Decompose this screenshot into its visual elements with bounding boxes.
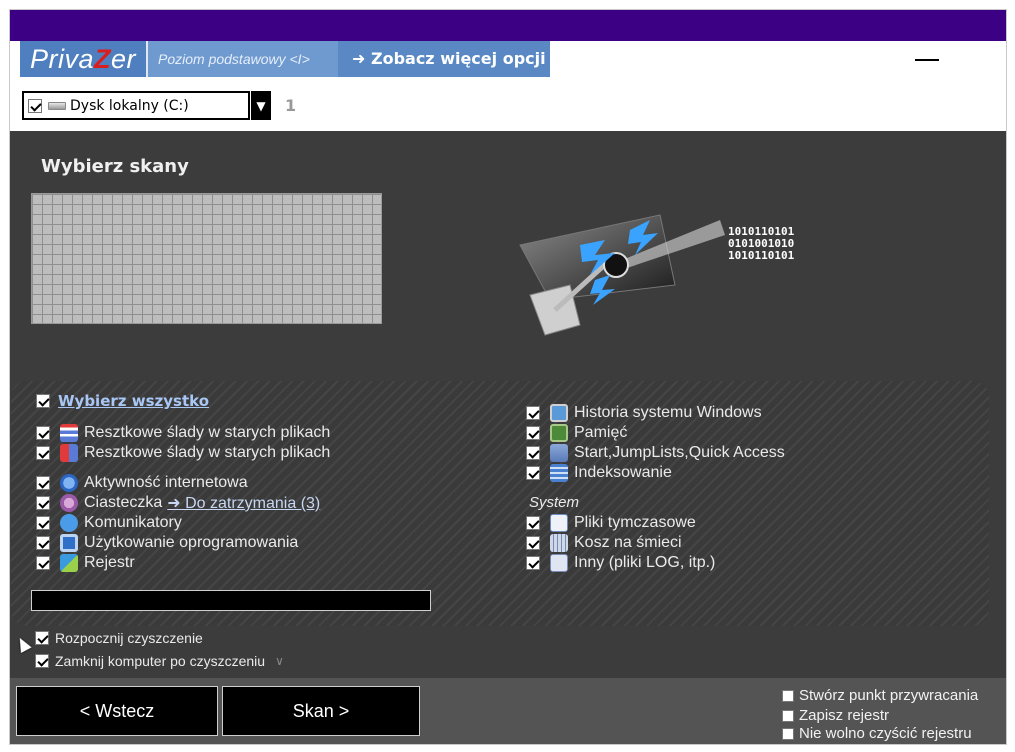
scan-item-software-usage[interactable]: Użytkowanie oprogramowania: [36, 533, 298, 553]
back-button[interactable]: < Wstecz: [16, 686, 218, 736]
scan-item-start-jumplists[interactable]: Start,JumpLists,Quick Access: [526, 443, 785, 463]
mouse-cursor-icon: [14, 635, 32, 653]
shutdown-after-option[interactable]: Zamknij komputer po czyszczeniu ∨: [35, 653, 284, 669]
scan-item-checkbox[interactable]: [526, 556, 540, 570]
scan-item-checkbox[interactable]: [36, 556, 50, 570]
start-menu-icon: [550, 444, 568, 462]
cookie-icon: [60, 494, 78, 512]
scan-item-checkbox[interactable]: [36, 426, 50, 440]
chevron-down-icon[interactable]: ▼: [251, 91, 271, 120]
scan-item-checkbox[interactable]: [36, 446, 50, 460]
restore-point-option[interactable]: Stwórz punkt przywracania: [782, 687, 978, 704]
scan-item-registry[interactable]: Rejestr: [36, 553, 135, 573]
index-icon: [550, 464, 568, 482]
scan-item-label: Pamięć: [574, 424, 628, 441]
title-bar[interactable]: [10, 10, 1006, 41]
scan-item-checkbox[interactable]: [526, 446, 540, 460]
scan-item-checkbox[interactable]: [526, 466, 540, 480]
top-bar: Priva Zer Poziom podstawowy <I> ➜ Zobacz …: [10, 41, 1006, 131]
section-title: Wybierz skany: [41, 156, 189, 177]
drive-select[interactable]: Dysk lokalny (C:): [22, 91, 250, 120]
scan-item-messengers[interactable]: Komunikatory: [36, 513, 182, 533]
main-window: Priva Zer Poziom podstawowy <I> ➜ Zobacz …: [9, 9, 1007, 745]
scan-item-label: Indeksowanie: [574, 464, 672, 481]
temp-file-icon: [550, 514, 568, 532]
scan-item-old-files-1[interactable]: Resztkowe ślady w starych plikach: [36, 423, 330, 443]
level-label[interactable]: Poziom podstawowy <I>: [148, 41, 338, 77]
scan-item-checkbox[interactable]: [36, 536, 50, 550]
log-file-icon: [550, 554, 568, 572]
scan-item-label: Pliki tymczasowe: [574, 514, 696, 531]
scan-item-label: Resztkowe ślady w starych plikach: [84, 424, 331, 441]
start-cleaning-checkbox[interactable]: [35, 631, 49, 645]
no-registry-clean-label: Nie wolno czyścić rejestru: [799, 725, 972, 742]
file-grid-icon: [60, 444, 78, 462]
scan-item-label: Aktywność internetowa: [84, 474, 248, 491]
scan-item-label: Resztkowe ślady w starych plikach: [84, 444, 331, 461]
monitor-icon: [550, 404, 568, 422]
scan-item-label: Użytkowanie oprogramowania: [84, 534, 299, 551]
scan-item-checkbox[interactable]: [526, 426, 540, 440]
select-all-checkbox[interactable]: [36, 394, 50, 408]
no-registry-clean-checkbox[interactable]: [782, 727, 794, 740]
scan-item-label: Start,JumpLists,Quick Access: [574, 444, 785, 461]
scan-item-memory[interactable]: Pamięć: [526, 423, 627, 443]
scan-item-label: Komunikatory: [84, 514, 182, 531]
scanner-illustration: 1010110101 0101001010 1010110101: [519, 214, 795, 336]
start-cleaning-option[interactable]: Rozpocznij czyszczenie: [35, 630, 203, 646]
window-icon: [60, 534, 78, 552]
cookies-keep-link[interactable]: ➜ Do zatrzymania (3): [167, 493, 320, 513]
recycle-bin-icon: [550, 534, 568, 552]
select-all-link[interactable]: Wybierz wszystko: [58, 392, 209, 410]
scan-item-old-files-2[interactable]: Resztkowe ślady w starych plikach: [36, 443, 330, 463]
minimize-icon[interactable]: [915, 59, 939, 61]
scan-item-label: Inny (pliki LOG, itp.): [574, 554, 716, 571]
registry-icon: [60, 554, 78, 572]
scan-item-checkbox[interactable]: [36, 496, 50, 510]
scan-item-internet[interactable]: Aktywność internetowa: [36, 473, 248, 493]
scan-item-label: Rejestr: [84, 554, 135, 571]
scan-item-windows-history[interactable]: Historia systemu Windows: [526, 403, 762, 423]
scan-item-checkbox[interactable]: [36, 476, 50, 490]
shutdown-after-label: Zamknij komputer po czyszczeniu: [55, 653, 266, 669]
restore-point-checkbox[interactable]: [782, 689, 794, 702]
file-list-icon: [60, 424, 78, 442]
scan-item-other-logs[interactable]: Inny (pliki LOG, itp.): [526, 553, 715, 573]
globe-icon: [60, 474, 78, 492]
scan-item-label: Historia systemu Windows: [574, 404, 762, 421]
memory-icon: [550, 424, 568, 442]
scan-item-checkbox[interactable]: [526, 536, 540, 550]
scan-item-label: Kosz na śmieci: [574, 534, 682, 551]
drive-label: Dysk lokalny (C:): [70, 97, 189, 114]
drive-icon: [48, 101, 66, 110]
chevron-down-icon[interactable]: ∨: [275, 654, 284, 668]
save-registry-option[interactable]: Zapisz rejestr: [782, 707, 889, 724]
save-registry-checkbox[interactable]: [782, 709, 794, 722]
chat-icon: [60, 514, 78, 532]
system-section-label: System: [529, 494, 580, 511]
scan-item-checkbox[interactable]: [36, 516, 50, 530]
scan-item-recycle-bin[interactable]: Kosz na śmieci: [526, 533, 682, 553]
scan-item-checkbox[interactable]: [526, 406, 540, 420]
scan-item-cookies[interactable]: Ciasteczka ➜ Do zatrzymania (3): [36, 493, 320, 513]
shutdown-after-checkbox[interactable]: [35, 654, 49, 668]
scan-button[interactable]: Skan >: [222, 686, 420, 736]
drive-count: 1: [285, 96, 297, 115]
save-registry-label: Zapisz rejestr: [799, 707, 890, 724]
scan-item-label: Ciasteczka: [84, 494, 163, 511]
brand-bar: Priva Zer Poziom podstawowy <I> ➜ Zobacz …: [20, 41, 550, 77]
scan-progress-bar: [31, 590, 431, 611]
scan-item-temp-files[interactable]: Pliki tymczasowe: [526, 513, 696, 533]
scan-item-indexing[interactable]: Indeksowanie: [526, 463, 672, 483]
disk-map-grid: [31, 193, 382, 324]
restore-point-label: Stwórz punkt przywracania: [799, 687, 979, 704]
app-logo: Priva Zer: [20, 41, 148, 77]
select-all-row[interactable]: Wybierz wszystko: [36, 391, 209, 411]
scan-item-checkbox[interactable]: [526, 516, 540, 530]
more-options-link[interactable]: ➜ Zobacz więcej opcji: [338, 41, 550, 77]
binary-line-3: 1010110101: [728, 249, 795, 262]
start-cleaning-label: Rozpocznij czyszczenie: [55, 630, 203, 646]
drive-checkbox[interactable]: [28, 98, 42, 113]
no-registry-clean-option[interactable]: Nie wolno czyścić rejestru: [782, 725, 972, 742]
